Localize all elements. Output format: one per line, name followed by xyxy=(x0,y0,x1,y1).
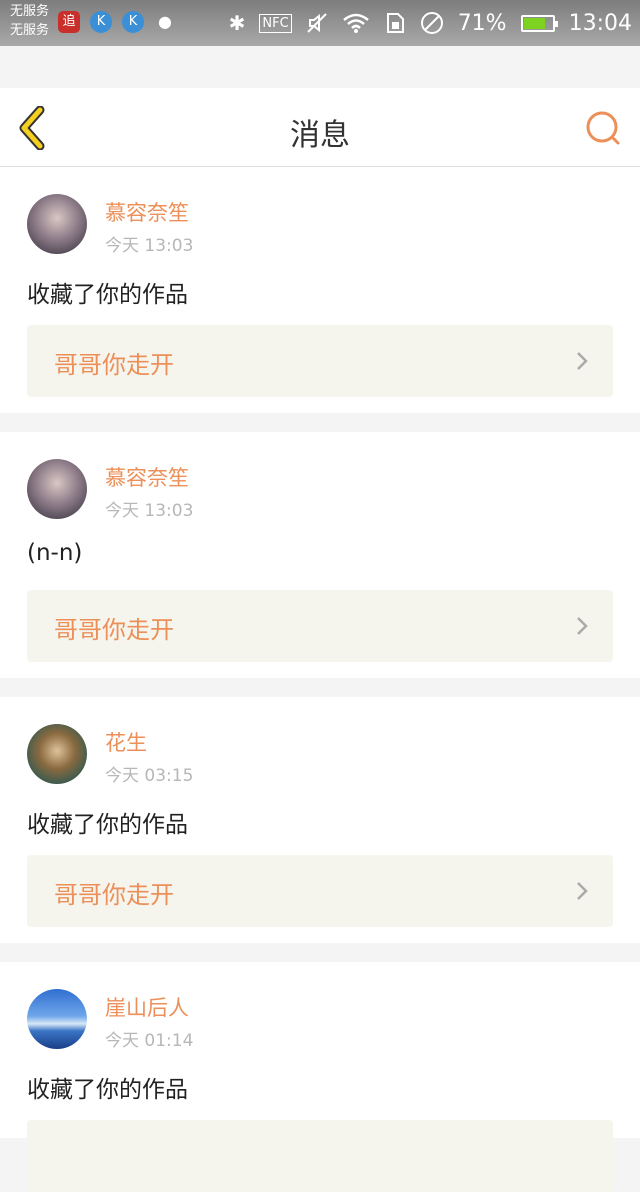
work-title: 哥哥你走开 xyxy=(54,351,174,379)
work-link[interactable] xyxy=(27,1120,613,1192)
avatar[interactable] xyxy=(27,724,87,784)
message-item[interactable]: 花生 今天 03:15 收藏了你的作品 哥哥你走开 xyxy=(0,697,640,943)
battery-percent: 71% xyxy=(457,10,507,36)
app-header: 消息 xyxy=(0,88,640,167)
avatar[interactable] xyxy=(27,459,87,519)
sim-card-icon xyxy=(386,13,404,33)
message-text: (n-n) xyxy=(27,540,83,566)
wifi-icon xyxy=(342,13,369,33)
user-name[interactable]: 慕容奈笙 xyxy=(105,462,189,492)
k-app-icon-2: K xyxy=(122,11,144,33)
page-title: 消息 xyxy=(290,118,350,153)
do-not-disturb-icon xyxy=(420,12,443,34)
user-name[interactable]: 慕容奈笙 xyxy=(105,197,189,227)
message-item[interactable]: 崖山后人 今天 01:14 收藏了你的作品 xyxy=(0,962,640,1192)
chat-bubble-icon: ● xyxy=(158,12,172,31)
timestamp: 今天 03:15 xyxy=(105,766,194,786)
nfc-icon: NFC xyxy=(259,13,292,33)
k-app-icon: K xyxy=(90,11,112,33)
message-item[interactable]: 慕容奈笙 今天 13:03 收藏了你的作品 哥哥你走开 xyxy=(0,167,640,413)
timestamp: 今天 13:03 xyxy=(105,236,194,256)
chevron-right-icon xyxy=(577,882,588,900)
message-item[interactable]: 慕容奈笙 今天 13:03 (n-n) 哥哥你走开 xyxy=(0,432,640,678)
work-link[interactable]: 哥哥你走开 xyxy=(27,855,613,927)
bluetooth-icon: ✱ xyxy=(228,11,246,35)
message-text: 收藏了你的作品 xyxy=(27,812,188,838)
timestamp: 今天 13:03 xyxy=(105,501,194,521)
carrier-text: 无服务 无服务 xyxy=(10,2,49,40)
status-bar: 无服务 无服务 追 K K ● ✱ NFC 71% 13:04 xyxy=(0,0,640,46)
work-title: 哥哥你走开 xyxy=(54,881,174,909)
carrier-line-1: 无服务 xyxy=(10,4,50,19)
avatar[interactable] xyxy=(27,989,87,1049)
chevron-right-icon xyxy=(577,617,588,635)
carrier-line-2: 无服务 xyxy=(10,23,50,38)
work-link[interactable]: 哥哥你走开 xyxy=(27,325,613,397)
user-name[interactable]: 花生 xyxy=(105,727,147,757)
timestamp: 今天 01:14 xyxy=(105,1031,194,1051)
chevron-right-icon xyxy=(577,352,588,370)
battery-icon xyxy=(520,14,558,32)
zhui-app-icon: 追 xyxy=(58,11,80,33)
avatar[interactable] xyxy=(27,194,87,254)
message-text: 收藏了你的作品 xyxy=(27,1077,188,1103)
work-title: 哥哥你走开 xyxy=(54,616,174,644)
clock: 13:04 xyxy=(568,10,632,36)
work-link[interactable]: 哥哥你走开 xyxy=(27,590,613,662)
mute-icon xyxy=(306,13,327,33)
search-icon[interactable] xyxy=(584,108,624,148)
user-name[interactable]: 崖山后人 xyxy=(105,992,189,1022)
status-icons: ✱ NFC 71% 13:04 xyxy=(229,0,632,46)
message-text: 收藏了你的作品 xyxy=(27,282,188,308)
